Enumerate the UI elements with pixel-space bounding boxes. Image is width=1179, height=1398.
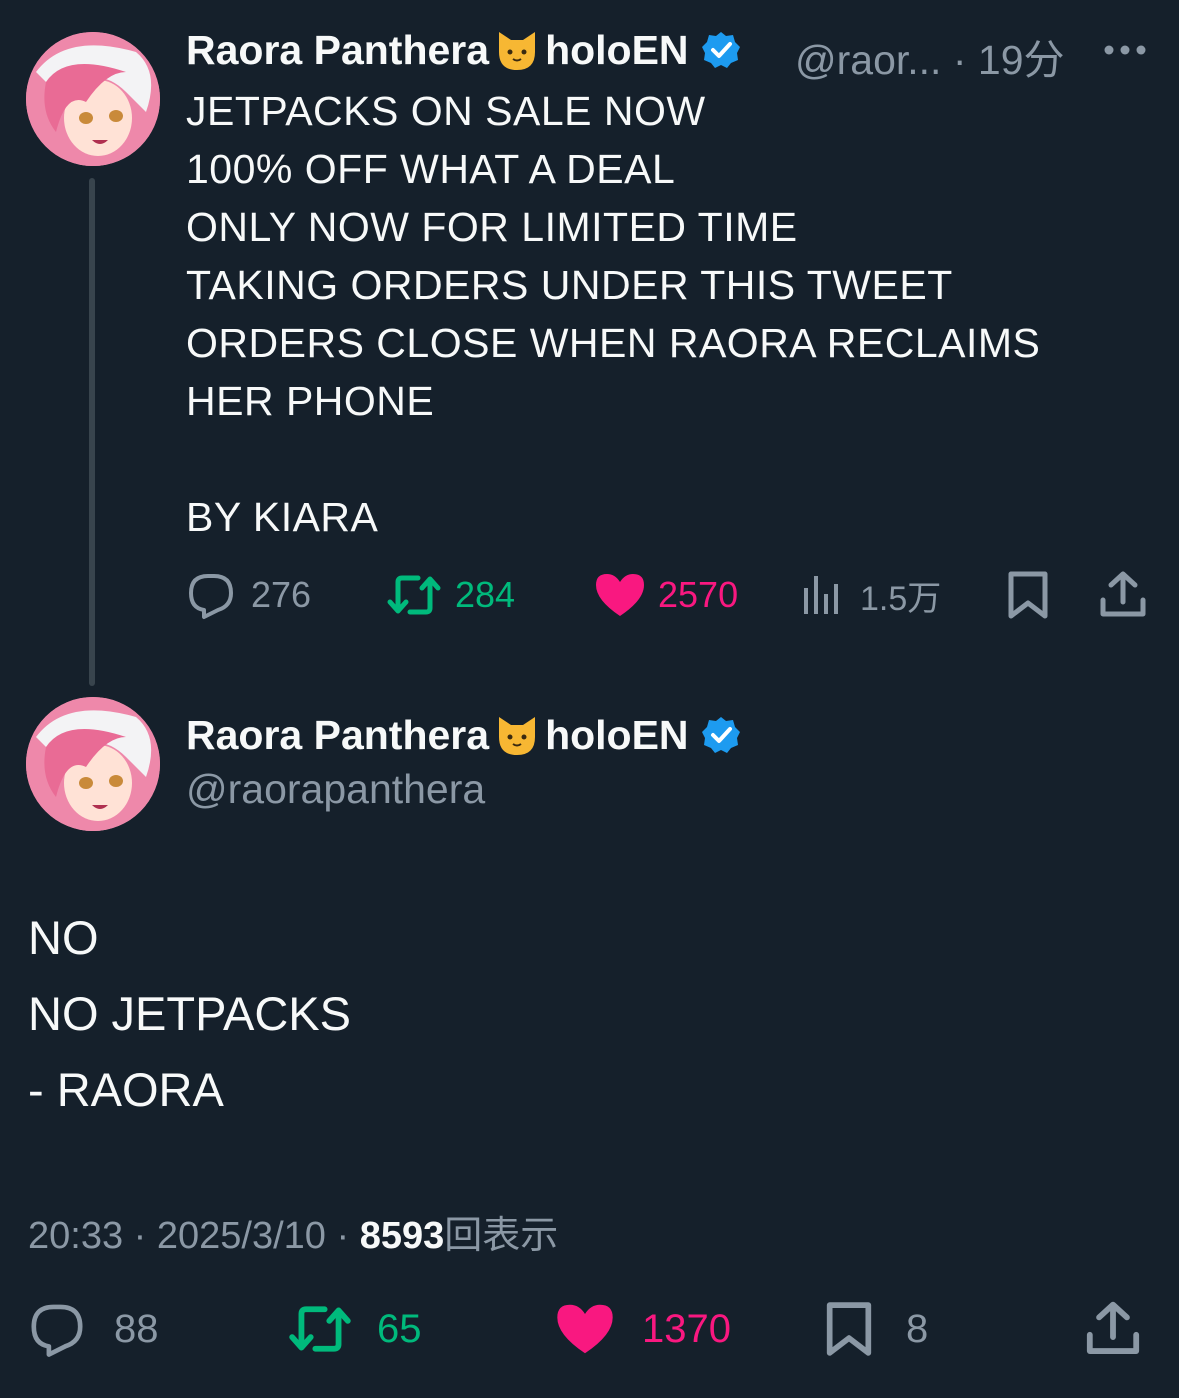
display-name[interactable]: Raora Panthera: [186, 27, 489, 74]
like-button[interactable]: 2570: [594, 570, 738, 620]
share-button[interactable]: [1084, 1300, 1142, 1363]
thread-line: [89, 178, 95, 686]
retweet-button[interactable]: 65: [287, 1300, 422, 1358]
handle[interactable]: @raor...: [795, 37, 941, 83]
author-name[interactable]: Raora Panthera holoEN: [186, 711, 741, 759]
handle-time: @raor... · 19分: [795, 26, 1065, 86]
cat-emoji-icon: [493, 26, 541, 74]
timestamp[interactable]: 19分: [978, 37, 1065, 83]
retweet-icon: [289, 1306, 351, 1352]
more-options-button[interactable]: [1102, 38, 1148, 62]
bookmark-count: 8: [906, 1306, 929, 1351]
tweet-text: JETPACKS ON SALE NOW 100% OFF WHAT A DEA…: [186, 88, 1041, 540]
author-name[interactable]: Raora Panthera holoEN: [186, 26, 741, 74]
retweet-button[interactable]: 284: [386, 570, 515, 620]
share-button[interactable]: [1098, 570, 1148, 625]
separator: ·: [133, 1215, 147, 1257]
bookmark-button[interactable]: 8: [824, 1300, 928, 1358]
like-count: 2570: [658, 574, 739, 615]
name-suffix[interactable]: holoEN: [545, 27, 688, 74]
bookmark-button[interactable]: [1006, 570, 1050, 625]
display-name[interactable]: Raora Panthera: [186, 712, 489, 759]
verified-badge-icon[interactable]: [701, 30, 741, 70]
like-count: 1370: [642, 1306, 731, 1351]
verified-badge-icon[interactable]: [701, 715, 741, 755]
reply-icon: [31, 1304, 83, 1357]
avatar[interactable]: [26, 697, 160, 831]
heart-icon: [557, 1304, 613, 1354]
like-button[interactable]: 1370: [555, 1300, 731, 1358]
tweet-text: NO NO JETPACKS - RAORA: [28, 911, 351, 1116]
separator: ·: [336, 1215, 350, 1257]
analytics-icon: [804, 576, 838, 614]
tweet-date[interactable]: 2025/3/10: [157, 1215, 326, 1257]
tweet-time[interactable]: 20:33: [28, 1215, 123, 1257]
views-button[interactable]: 1.5万: [800, 570, 941, 620]
reply-icon: [189, 574, 233, 619]
name-suffix[interactable]: holoEN: [545, 712, 688, 759]
share-icon: [1100, 571, 1146, 617]
reply-button[interactable]: 276: [186, 570, 311, 620]
reply-button[interactable]: 88: [28, 1300, 159, 1358]
view-count: 8593: [359, 1215, 445, 1257]
ellipsis-icon: [1104, 45, 1146, 55]
retweet-count: 284: [455, 574, 516, 615]
separator: ·: [952, 37, 967, 83]
reply-count: 276: [251, 574, 312, 615]
heart-icon: [596, 574, 644, 616]
reply-count: 88: [114, 1306, 159, 1351]
avatar[interactable]: [26, 32, 160, 166]
bookmark-icon: [1008, 571, 1048, 619]
cat-emoji-icon: [493, 711, 541, 759]
retweet-count: 65: [377, 1306, 422, 1351]
views-count: 1.5万: [860, 579, 942, 618]
retweet-icon: [387, 575, 441, 615]
share-icon: [1086, 1301, 1140, 1354]
bookmark-icon: [826, 1302, 872, 1356]
views-label: 回表示: [444, 1215, 559, 1257]
handle[interactable]: @raorapanthera: [186, 766, 485, 813]
tweet-meta: 20:33 · 2025/3/10 · 8593回表示: [28, 1204, 558, 1259]
